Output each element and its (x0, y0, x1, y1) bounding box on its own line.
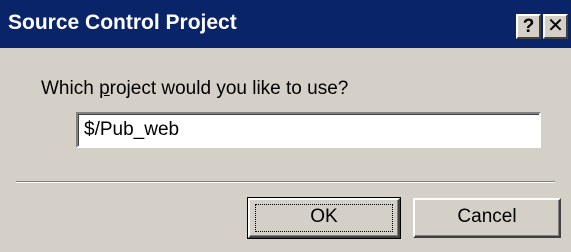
close-icon: ✕ (547, 15, 564, 37)
prompt-text-before: Which (41, 78, 100, 99)
source-control-project-dialog: Source Control Project ? ✕ Which project… (0, 0, 571, 252)
project-prompt-label: Which project would you like to use? (41, 78, 348, 100)
prompt-text-after: roject would you like to use? (109, 78, 349, 99)
title-bar[interactable]: Source Control Project ? ✕ (0, 0, 571, 48)
cancel-button-label: Cancel (457, 206, 517, 227)
window-title: Source Control Project (8, 11, 237, 34)
close-button[interactable]: ✕ (543, 14, 568, 39)
ok-button-label: OK (310, 206, 338, 227)
help-button[interactable]: ? (516, 14, 541, 39)
project-path-input[interactable] (76, 112, 541, 148)
separator (16, 181, 555, 183)
cancel-button[interactable]: Cancel (413, 198, 561, 238)
help-icon: ? (522, 16, 535, 37)
ok-button[interactable]: OK (247, 197, 401, 239)
prompt-mnemonic: p (99, 78, 110, 99)
